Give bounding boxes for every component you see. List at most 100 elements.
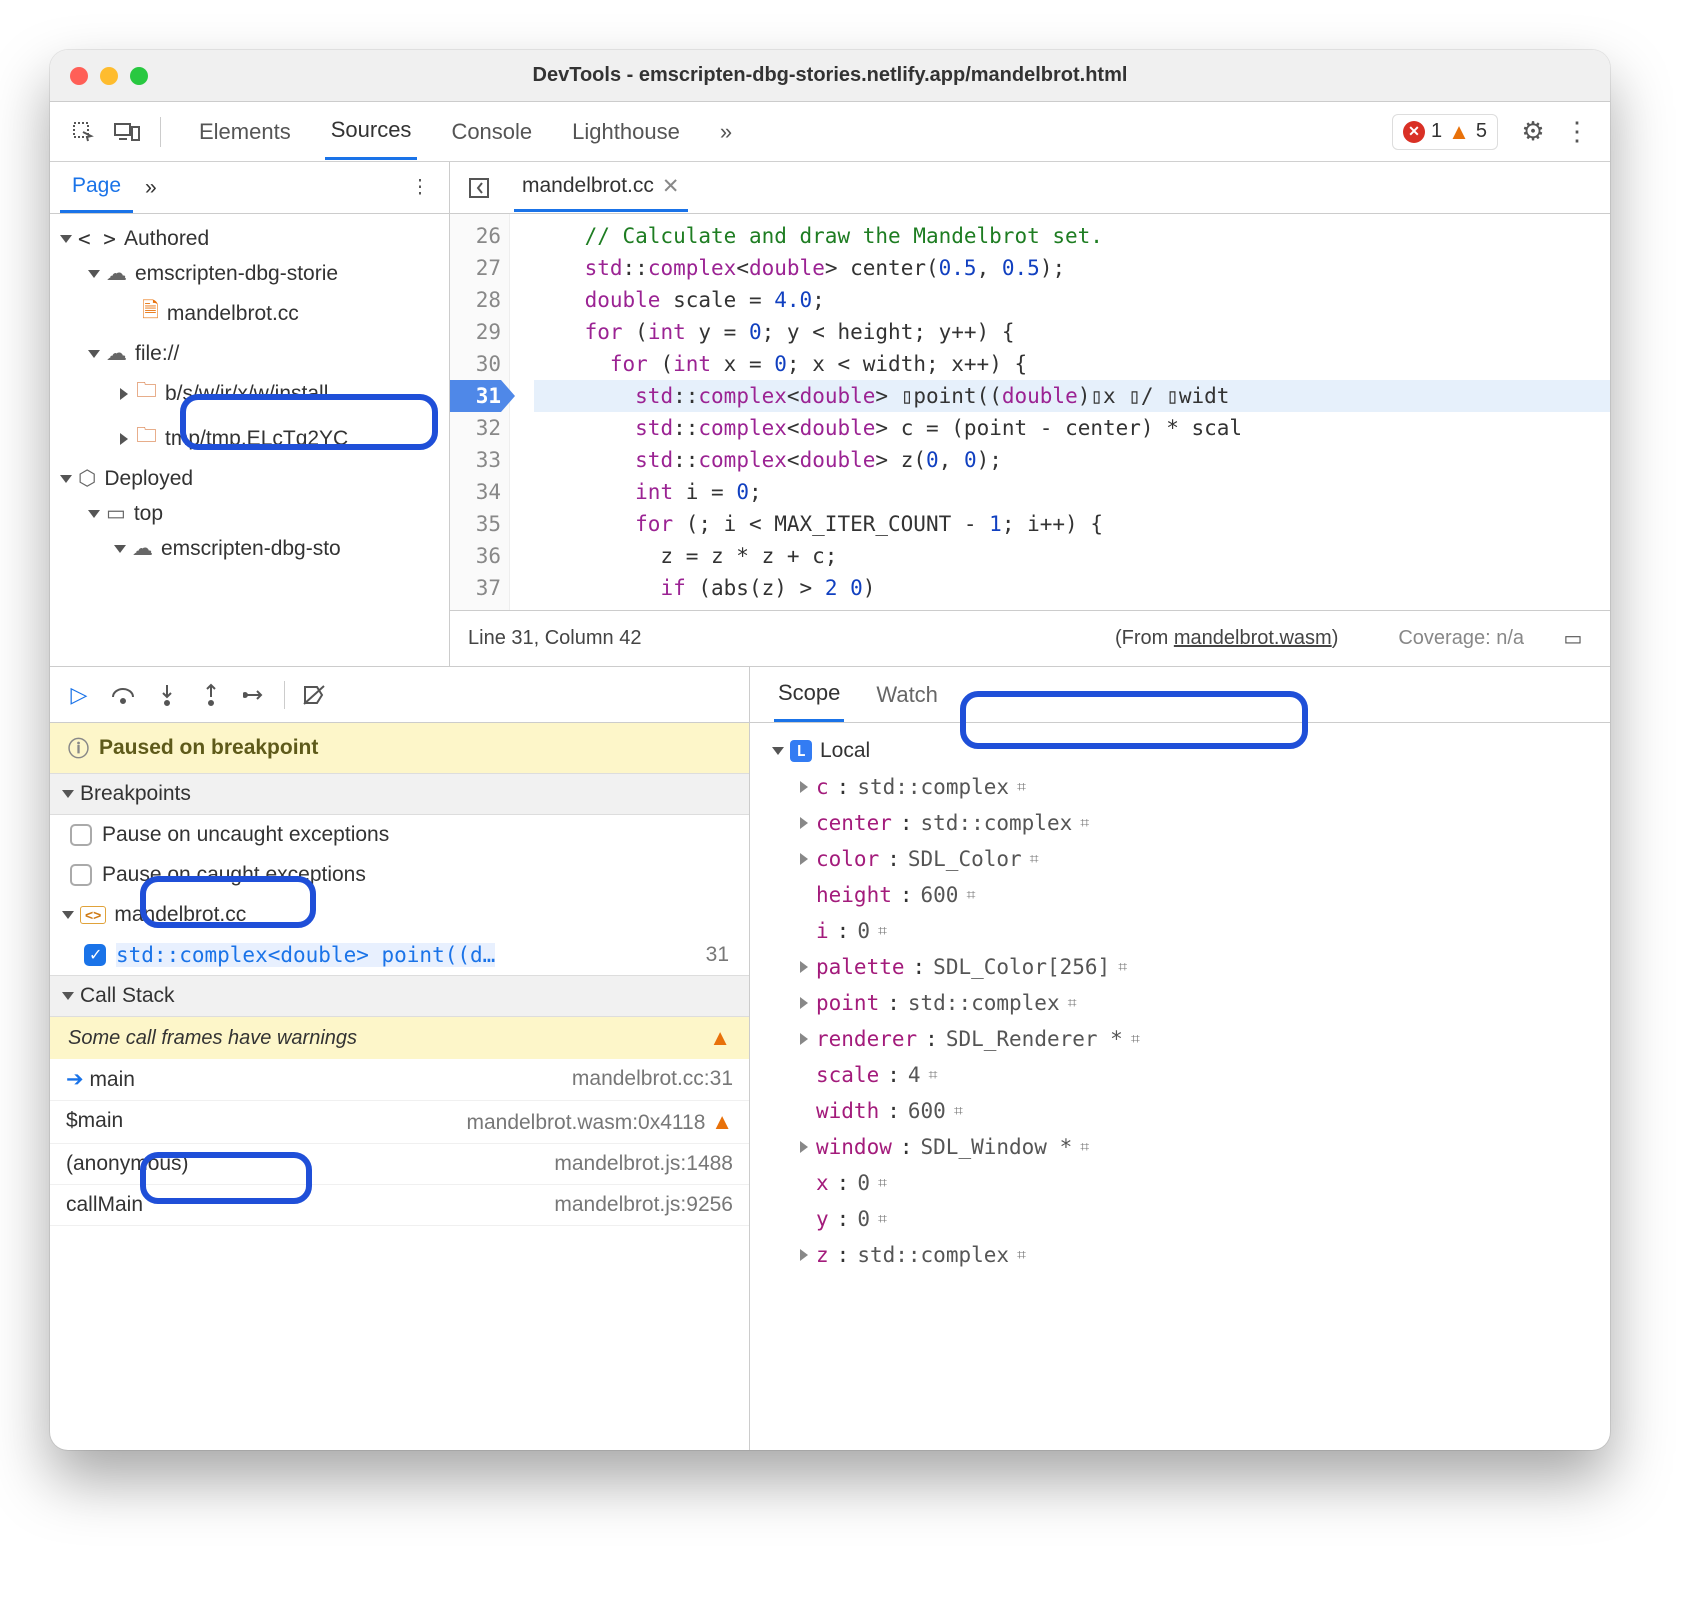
- sidebar-tabs-overflow[interactable]: »: [133, 164, 169, 212]
- checkbox-checked[interactable]: [84, 944, 106, 966]
- deactivate-breakpoints-icon[interactable]: [299, 680, 329, 710]
- code-line[interactable]: z = z * z + c;: [534, 540, 1610, 572]
- code-line[interactable]: if (abs(z) > 2 0): [534, 572, 1610, 604]
- line-number[interactable]: 27: [450, 252, 501, 284]
- tabs-overflow[interactable]: »: [714, 105, 738, 159]
- line-number[interactable]: 36: [450, 540, 501, 572]
- checkbox[interactable]: [70, 864, 92, 886]
- step-over-icon[interactable]: [108, 680, 138, 710]
- step-out-icon[interactable]: [196, 680, 226, 710]
- close-tab-icon[interactable]: ✕: [662, 174, 680, 199]
- scope-variable[interactable]: center: std::complex ⌗: [774, 805, 1586, 841]
- expand-icon[interactable]: [88, 270, 100, 278]
- source-from-link[interactable]: mandelbrot.wasm: [1174, 627, 1332, 649]
- code-line[interactable]: double scale = 4.0;: [534, 284, 1610, 316]
- tab-scope[interactable]: Scope: [774, 667, 844, 722]
- tree-domain[interactable]: emscripten-dbg-storie: [135, 262, 338, 286]
- callstack-frame[interactable]: $mainmandelbrot.wasm:0x4118 ▲: [50, 1101, 749, 1144]
- sidebar-tab-page[interactable]: Page: [60, 162, 133, 213]
- callstack-frame[interactable]: ➔ mainmandelbrot.cc:31: [50, 1059, 749, 1101]
- line-number[interactable]: 32: [450, 412, 501, 444]
- bp-file-group[interactable]: <> mandelbrot.cc: [50, 895, 749, 935]
- code-line[interactable]: std::complex<double> center(0.5, 0.5);: [534, 252, 1610, 284]
- line-number[interactable]: 28: [450, 284, 501, 316]
- scope-variable[interactable]: width: 600 ⌗: [774, 1093, 1586, 1129]
- scope-variable[interactable]: c: std::complex ⌗: [774, 769, 1586, 805]
- scope-variable[interactable]: y: 0 ⌗: [774, 1201, 1586, 1237]
- scope-variable[interactable]: scale: 4 ⌗: [774, 1057, 1586, 1093]
- top-label[interactable]: top: [134, 502, 163, 526]
- tab-lighthouse[interactable]: Lighthouse: [566, 105, 686, 159]
- toggle-navigator-icon[interactable]: [460, 169, 498, 207]
- bp-option-caught[interactable]: Pause on caught exceptions: [50, 855, 749, 895]
- tree-file-mandelbrot[interactable]: mandelbrot.cc: [167, 302, 299, 326]
- scope-variable[interactable]: z: std::complex ⌗: [774, 1237, 1586, 1273]
- checkbox[interactable]: [70, 824, 92, 846]
- resume-icon[interactable]: ▷: [64, 680, 94, 710]
- line-number[interactable]: 33: [450, 444, 501, 476]
- bp-option-uncaught[interactable]: Pause on uncaught exceptions: [50, 815, 749, 855]
- tab-sources[interactable]: Sources: [325, 103, 418, 160]
- expand-icon[interactable]: [62, 911, 74, 919]
- code-line[interactable]: for (int y = 0; y < height; y++) {: [534, 316, 1610, 348]
- scope-variable[interactable]: window: SDL_Window * ⌗: [774, 1129, 1586, 1165]
- expand-icon[interactable]: [772, 747, 784, 755]
- code-area[interactable]: // Calculate and draw the Mandelbrot set…: [510, 214, 1610, 610]
- scope-local-head[interactable]: L Local: [774, 733, 1586, 769]
- sidebar-more-icon[interactable]: ⋮: [401, 169, 439, 207]
- callstack-frame[interactable]: callMainmandelbrot.js:9256: [50, 1185, 749, 1226]
- line-number[interactable]: 29: [450, 316, 501, 348]
- code-line[interactable]: // Calculate and draw the Mandelbrot set…: [534, 220, 1610, 252]
- breakpoint-item[interactable]: std::complex<double> point((d… 31: [50, 935, 749, 975]
- editor-tab-file[interactable]: mandelbrot.cc ✕: [514, 164, 688, 212]
- expand-icon[interactable]: [120, 433, 128, 445]
- line-number[interactable]: 35: [450, 508, 501, 540]
- line-number[interactable]: 30: [450, 348, 501, 380]
- line-number[interactable]: 37: [450, 572, 501, 604]
- expand-icon[interactable]: [60, 475, 72, 483]
- code-line[interactable]: std::complex<double> ▯point((double)▯x ▯…: [534, 380, 1610, 412]
- breakpoints-header[interactable]: Breakpoints: [50, 773, 749, 815]
- tree-folder-0[interactable]: b/s/w/ir/x/w/install: [165, 382, 328, 406]
- issues-status[interactable]: ✕ 1 ▲ 5: [1392, 114, 1498, 150]
- expand-icon[interactable]: [114, 545, 126, 553]
- scope-variable[interactable]: i: 0 ⌗: [774, 913, 1586, 949]
- code-line[interactable]: int i = 0;: [534, 476, 1610, 508]
- tree-file-scheme[interactable]: file://: [135, 342, 179, 366]
- line-number[interactable]: 26: [450, 220, 501, 252]
- scope-variable[interactable]: point: std::complex ⌗: [774, 985, 1586, 1021]
- expand-icon[interactable]: [120, 388, 128, 400]
- scope-variable[interactable]: height: 600 ⌗: [774, 877, 1586, 913]
- code-line[interactable]: for (; i < MAX_ITER_COUNT - 1; i++) {: [534, 508, 1610, 540]
- expand-icon[interactable]: [88, 350, 100, 358]
- deployed-domain[interactable]: emscripten-dbg-sto: [161, 537, 341, 561]
- tab-console[interactable]: Console: [445, 105, 538, 159]
- callstack-header[interactable]: Call Stack: [50, 975, 749, 1017]
- show-coverage-icon[interactable]: ▭: [1554, 620, 1592, 658]
- tab-elements[interactable]: Elements: [193, 105, 297, 159]
- code-line[interactable]: std::complex<double> c = (point - center…: [534, 412, 1610, 444]
- expand-icon[interactable]: [62, 992, 74, 1000]
- code-editor[interactable]: 262728293031323334353637 // Calculate an…: [450, 214, 1610, 610]
- settings-icon[interactable]: ⚙: [1514, 113, 1552, 151]
- device-icon[interactable]: [108, 113, 146, 151]
- tab-watch[interactable]: Watch: [872, 669, 942, 721]
- callstack-frame[interactable]: (anonymous)mandelbrot.js:1488: [50, 1144, 749, 1185]
- scope-variable[interactable]: palette: SDL_Color[256] ⌗: [774, 949, 1586, 985]
- expand-icon[interactable]: [60, 235, 72, 243]
- step-icon[interactable]: [240, 680, 270, 710]
- more-icon[interactable]: ⋮: [1558, 113, 1596, 151]
- scope-variable[interactable]: renderer: SDL_Renderer * ⌗: [774, 1021, 1586, 1057]
- expand-icon[interactable]: [88, 510, 100, 518]
- code-line[interactable]: std::complex<double> z(0, 0);: [534, 444, 1610, 476]
- tree-folder-1[interactable]: tmp/tmp.ELcTq2YC: [165, 427, 348, 451]
- expand-icon[interactable]: [62, 790, 74, 798]
- scope-variable[interactable]: x: 0 ⌗: [774, 1165, 1586, 1201]
- line-number[interactable]: 31: [450, 380, 501, 412]
- step-into-icon[interactable]: [152, 680, 182, 710]
- code-line[interactable]: for (int x = 0; x < width; x++) {: [534, 348, 1610, 380]
- line-gutter[interactable]: 262728293031323334353637: [450, 214, 510, 610]
- scope-variable[interactable]: color: SDL_Color ⌗: [774, 841, 1586, 877]
- line-number[interactable]: 34: [450, 476, 501, 508]
- inspect-icon[interactable]: [64, 113, 102, 151]
